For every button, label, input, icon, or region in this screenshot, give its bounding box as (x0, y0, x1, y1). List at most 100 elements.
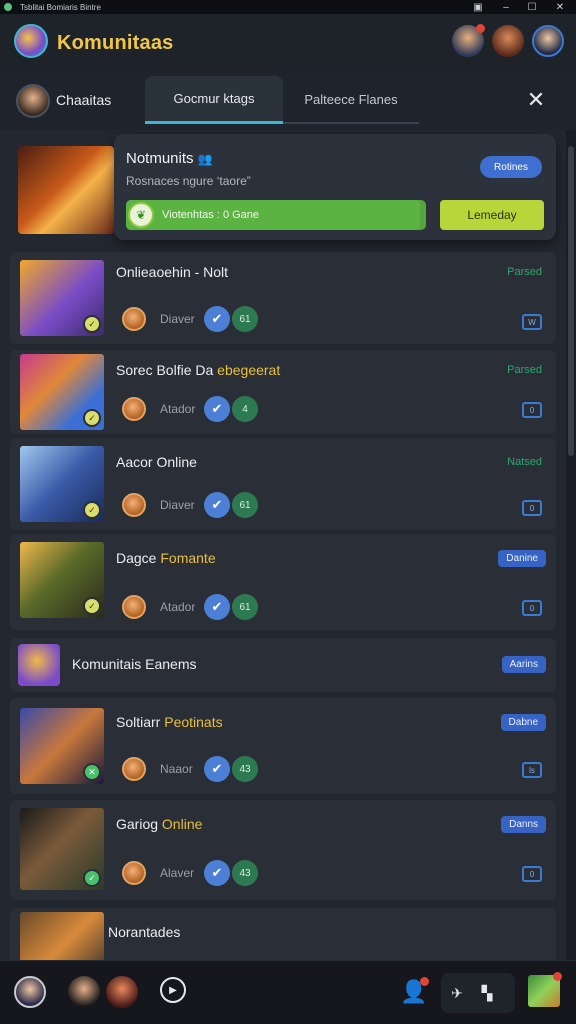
app-small-logo-icon (4, 3, 12, 11)
row-status: Natsed (507, 456, 542, 468)
featured-game-thumbnail (18, 146, 114, 234)
list-item[interactable]: ✓ Sorec Bolfie Da ebegeerat Parsed Atado… (10, 350, 556, 434)
member-name: Alaver (160, 866, 195, 880)
game-thumbnail: ✓ (20, 808, 104, 890)
list-item[interactable]: ✓ Gariog Online Danns Alaver ✔ 43 0 (10, 800, 556, 900)
member-count-badge: 43 (232, 756, 258, 782)
check-icon[interactable]: ✔ (204, 756, 230, 782)
app-title: Komunitaas (57, 32, 174, 54)
people-emoji-icon: 👥 (197, 152, 213, 166)
list-item[interactable]: ✕ Soltiarr Peotinats Dabne Naaor ✔ 43 ls (10, 698, 556, 794)
group-icon (18, 644, 60, 686)
group-pill[interactable]: Aarins (501, 656, 546, 673)
game-thumbnail: ✓ (20, 260, 104, 336)
row-title: Dagce Fomante (116, 550, 216, 566)
verified-badge-icon: ✓ (83, 597, 101, 615)
member-count-badge: 61 (232, 492, 258, 518)
game-thumbnail: ✓ (20, 446, 104, 522)
quick-actions-tray: ✈ ▚ (441, 973, 515, 1013)
row-title: Sorec Bolfie Da ebegeerat (116, 362, 281, 378)
tab-community-active[interactable]: Gocmur ktags (145, 76, 283, 124)
row-meta: Alaver ✔ 43 (122, 860, 258, 886)
open-chat-icon[interactable]: 0 (522, 866, 542, 882)
featured-progress-text: Viotenhtas : 0 Gane (162, 209, 260, 221)
check-icon[interactable]: ✔ (204, 396, 230, 422)
tab-bar: Chaaitas Gocmur ktags Palteece Flanes ✕ (0, 68, 576, 130)
row-title: Onlieaoehin - Nolt (116, 264, 229, 280)
close-panel-icon[interactable]: ✕ (522, 86, 550, 114)
list-item[interactable]: ✓ Aacor Online Natsed Diaver ✔ 61 0 (10, 438, 556, 530)
group-row[interactable]: Komunitais Eanems Aarins (10, 638, 556, 692)
row-meta: Diaver ✔ 61 (122, 306, 258, 332)
game-thumbnail: ✓ (20, 354, 104, 430)
bottom-avatar-2[interactable] (68, 976, 100, 1008)
scrollbar[interactable] (566, 130, 576, 960)
scrollbar-thumb[interactable] (568, 146, 574, 456)
list-item[interactable]: ✓ Dagce Fomante Danine Atador ✔ 61 0 (10, 534, 556, 630)
check-icon[interactable]: ✔ (204, 492, 230, 518)
friend-avatar-2[interactable] (492, 25, 524, 57)
user-avatar[interactable] (532, 25, 564, 57)
member-avatar[interactable] (122, 397, 146, 421)
open-chat-icon[interactable]: 0 (522, 402, 542, 418)
member-name: Atador (160, 402, 196, 416)
row-title: Norantades (108, 924, 181, 940)
window-title: Tsblitai Bomiaris Bintre (20, 2, 101, 12)
game-thumbnail: ✕ (20, 708, 104, 784)
close-icon[interactable]: ✕ (548, 0, 572, 14)
bottom-avatar-1[interactable] (14, 976, 46, 1008)
row-status: Parsed (507, 364, 542, 376)
featured-entry[interactable]: Notmunits 👥 Rosnaces ngure ‘taore” Rotin… (10, 134, 556, 242)
open-chat-icon[interactable]: 0 (522, 500, 542, 516)
member-avatar[interactable] (122, 307, 146, 331)
minimize-icon[interactable]: – (494, 0, 518, 14)
open-chat-icon[interactable]: W (522, 314, 542, 330)
row-status-pill[interactable]: Dabne (500, 714, 546, 731)
tab-other[interactable]: Palteece Flanes (283, 76, 419, 124)
row-title: Gariog Online (116, 816, 203, 832)
member-avatar[interactable] (122, 595, 146, 619)
open-chat-icon[interactable]: 0 (522, 600, 542, 616)
row-status-pill[interactable]: Danns (501, 816, 546, 833)
featured-progress-bar: ❦ Viotenhtas : 0 Gane (126, 200, 426, 230)
app-header: Komunitaas (0, 14, 576, 68)
app-logo[interactable] (14, 24, 48, 58)
grid-icon[interactable]: ▚ (477, 983, 497, 1003)
maximize-icon[interactable]: ☐ (520, 0, 544, 14)
member-count-badge: 61 (232, 594, 258, 620)
member-name: Naaor (160, 762, 193, 776)
send-icon[interactable]: ✈ (447, 983, 467, 1003)
window-titlebar: Tsblitai Bomiaris Bintre ▣ – ☐ ✕ (0, 0, 576, 14)
featured-card[interactable]: Notmunits 👥 Rosnaces ngure ‘taore” Rotin… (114, 134, 556, 240)
game-notification-dot (553, 972, 562, 981)
member-avatar[interactable] (122, 757, 146, 781)
row-status: Parsed (507, 266, 542, 278)
row-title: Aacor Online (116, 454, 197, 470)
play-icon[interactable]: ▶ (160, 977, 186, 1003)
bottom-avatar-3[interactable] (106, 976, 138, 1008)
member-avatar[interactable] (122, 861, 146, 885)
row-title: Soltiarr Peotinats (116, 714, 223, 730)
tab-chats[interactable]: Chaaitas (56, 92, 111, 108)
verified-badge-icon: ✓ (83, 869, 101, 887)
check-icon[interactable]: ✔ (204, 306, 230, 332)
row-status-pill[interactable]: Danine (498, 550, 546, 567)
featured-action-button[interactable]: Lemeday (440, 200, 544, 230)
check-icon[interactable]: ✔ (204, 594, 230, 620)
pin-window-icon[interactable]: ▣ (466, 0, 490, 14)
chats-avatar[interactable] (16, 84, 50, 118)
featured-title: Notmunits 👥 (126, 150, 213, 167)
notification-dot (476, 24, 485, 33)
member-count-badge: 61 (232, 306, 258, 332)
verified-badge-icon: ✓ (83, 315, 101, 333)
member-name: Diaver (160, 498, 195, 512)
open-chat-icon[interactable]: ls (522, 762, 542, 778)
row-meta: Naaor ✔ 43 (122, 756, 258, 782)
list-item[interactable]: Norantades (10, 908, 556, 960)
verified-badge-icon: ✕ (83, 763, 101, 781)
verified-badge-icon: ✓ (83, 409, 101, 427)
featured-badge-button[interactable]: Rotines (480, 156, 542, 178)
list-item[interactable]: ✓ Onlieaoehin - Nolt Parsed Diaver ✔ 61 … (10, 252, 556, 344)
member-avatar[interactable] (122, 493, 146, 517)
check-icon[interactable]: ✔ (204, 860, 230, 886)
